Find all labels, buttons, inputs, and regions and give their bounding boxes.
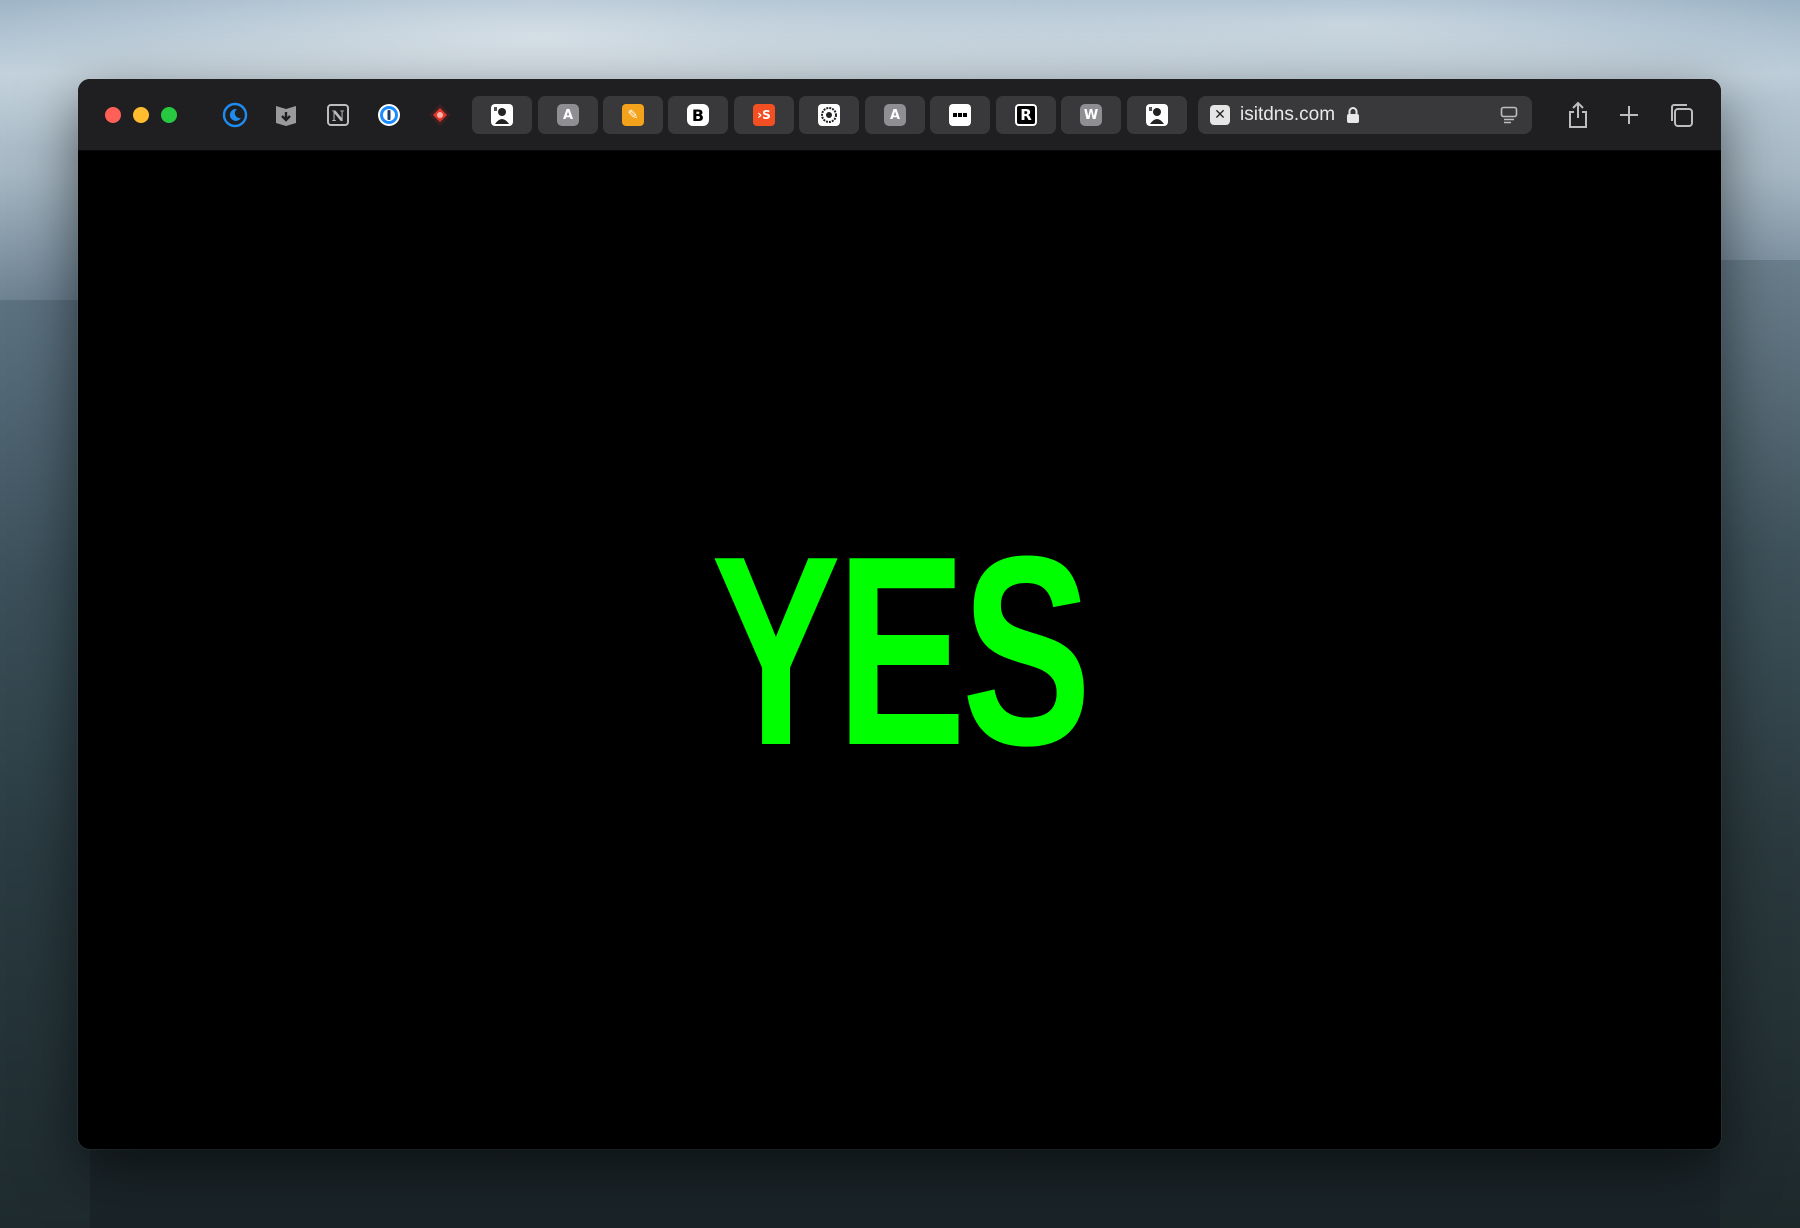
- pinned-tab[interactable]: A: [538, 96, 598, 134]
- portrait-icon: [1146, 104, 1168, 126]
- letter-w-icon: W: [1080, 104, 1102, 126]
- new-tab-icon[interactable]: [1614, 99, 1644, 131]
- letter-s-icon: ›S: [753, 104, 775, 126]
- badge-icon: [818, 104, 840, 126]
- pinned-tab[interactable]: W: [1061, 96, 1121, 134]
- shield-download-icon[interactable]: [271, 100, 301, 130]
- pinned-tab[interactable]: [930, 96, 990, 134]
- letter-a-icon: A: [557, 104, 579, 126]
- onepassword-icon[interactable]: [374, 100, 404, 130]
- wallpaper-mountain-left: [0, 300, 90, 1228]
- browser-toolbar: N A ✎ B ›S A R W ✕ isitdns.com: [78, 79, 1721, 151]
- pinned-tab[interactable]: A: [865, 96, 925, 134]
- minimize-window-button[interactable]: [133, 107, 149, 123]
- pinned-tab[interactable]: B: [668, 96, 728, 134]
- url-text: isitdns.com: [1240, 104, 1336, 125]
- red-diamond-icon[interactable]: [425, 100, 455, 130]
- dots-icon: [949, 104, 971, 126]
- pinned-tab[interactable]: [799, 96, 859, 134]
- answer-text: YES: [711, 501, 1091, 802]
- pinned-tab[interactable]: [1127, 96, 1187, 134]
- zoom-window-button[interactable]: [161, 107, 177, 123]
- share-icon[interactable]: [1563, 99, 1593, 131]
- pencil-icon: ✎: [622, 104, 644, 126]
- close-window-button[interactable]: [105, 107, 121, 123]
- svg-text:N: N: [332, 109, 345, 125]
- moon-icon[interactable]: [220, 100, 250, 130]
- pinned-tab[interactable]: [472, 96, 532, 134]
- pinned-tab[interactable]: ›S: [734, 96, 794, 134]
- page-content: YES: [78, 151, 1721, 1149]
- site-favicon: ✕: [1210, 105, 1230, 125]
- notion-icon[interactable]: N: [323, 100, 353, 130]
- reader-mode-icon[interactable]: [1500, 106, 1518, 124]
- portrait-icon: [491, 104, 513, 126]
- letter-a-icon: A: [884, 104, 906, 126]
- browser-window: N A ✎ B ›S A R W ✕ isitdns.com YES: [78, 79, 1721, 1149]
- letter-b-icon: B: [687, 104, 709, 126]
- pinned-tab[interactable]: ✎: [603, 96, 663, 134]
- tab-overview-icon[interactable]: [1666, 99, 1696, 131]
- pinned-tab[interactable]: R: [996, 96, 1056, 134]
- wallpaper-mountain-right: [1720, 260, 1800, 1228]
- letter-r-icon: R: [1015, 104, 1037, 126]
- address-bar[interactable]: ✕ isitdns.com: [1198, 96, 1532, 134]
- lock-icon: [1347, 107, 1359, 123]
